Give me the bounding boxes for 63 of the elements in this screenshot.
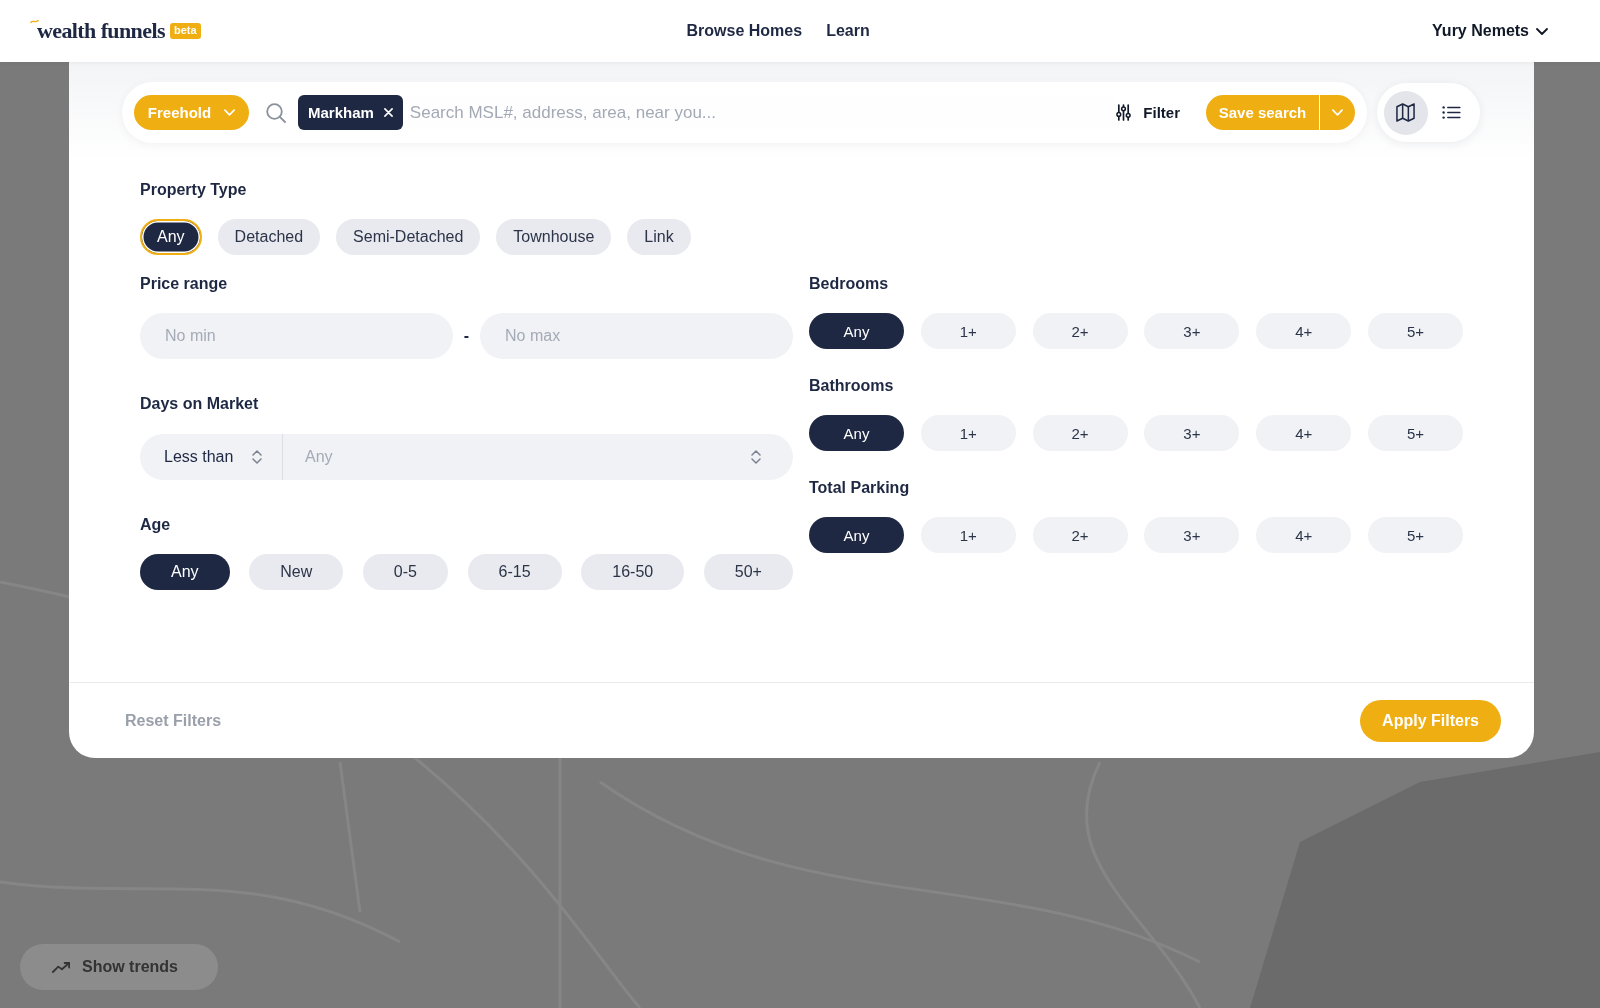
chevron-down-icon bbox=[1332, 109, 1343, 116]
updown-icon bbox=[751, 449, 761, 465]
option-chip[interactable]: 2+ bbox=[1032, 517, 1128, 553]
option-chip[interactable]: 2+ bbox=[1032, 313, 1128, 349]
option-chip[interactable]: 3+ bbox=[1144, 313, 1240, 349]
operator-select[interactable]: Less than bbox=[140, 434, 283, 480]
option-chip[interactable]: Any bbox=[140, 219, 202, 255]
option-chip[interactable]: 50+ bbox=[703, 554, 793, 590]
option-chip[interactable]: 1+ bbox=[920, 415, 1016, 451]
logo-wordmark[interactable]: wealth funnels bbox=[37, 18, 165, 44]
chevron-down-icon bbox=[224, 109, 236, 116]
map-icon bbox=[1396, 103, 1416, 122]
list-icon bbox=[1441, 106, 1461, 119]
min-price-field[interactable]: No min bbox=[140, 313, 453, 359]
range-separator: - bbox=[462, 327, 471, 345]
days-select[interactable]: Any bbox=[283, 434, 793, 480]
filter-button[interactable]: Filter bbox=[1116, 104, 1180, 121]
option-chip[interactable]: 1+ bbox=[920, 517, 1016, 553]
option-chip[interactable]: 1+ bbox=[920, 313, 1016, 349]
beta-badge: beta bbox=[169, 23, 201, 39]
nav-link[interactable]: Learn bbox=[826, 22, 870, 40]
max-price-field[interactable]: No max bbox=[480, 313, 793, 359]
option-chip[interactable]: 0-5 bbox=[362, 554, 448, 590]
map-view-button[interactable] bbox=[1384, 90, 1428, 135]
section-label: Price range bbox=[140, 274, 228, 294]
location-chip: Markham bbox=[298, 95, 403, 130]
show-trends-button[interactable]: Show trends bbox=[20, 944, 218, 990]
option-chip[interactable]: Any bbox=[809, 415, 904, 451]
nav-link[interactable]: Browse Homes bbox=[686, 22, 803, 40]
section-label: Property Type bbox=[140, 180, 247, 200]
option-chip[interactable]: 4+ bbox=[1256, 313, 1352, 349]
chevron-down-icon bbox=[1536, 27, 1548, 35]
option-chip[interactable]: Townhouse bbox=[496, 219, 612, 255]
section-label: Bathrooms bbox=[809, 376, 894, 396]
section-label: Bedrooms bbox=[809, 274, 889, 294]
trend-icon bbox=[52, 961, 70, 973]
search-icon bbox=[266, 102, 286, 123]
option-chip[interactable]: Detached bbox=[217, 219, 321, 255]
user-menu-button[interactable]: Yury Nemets bbox=[1432, 22, 1548, 40]
option-chip[interactable]: 5+ bbox=[1368, 313, 1463, 349]
option-chip[interactable]: 4+ bbox=[1256, 517, 1352, 553]
close-icon[interactable] bbox=[383, 108, 393, 117]
option-chip[interactable]: New bbox=[249, 554, 344, 590]
search-bar[interactable]: Freehold Markham Search MSL#, address, area, near you... Filter Save search bbox=[122, 82, 1367, 143]
option-chip[interactable]: 5+ bbox=[1368, 517, 1463, 553]
option-chip[interactable]: 4+ bbox=[1256, 415, 1352, 451]
option-chip[interactable]: 16-50 bbox=[581, 554, 685, 590]
option-chip[interactable]: 3+ bbox=[1144, 415, 1240, 451]
option-chip[interactable]: Any bbox=[140, 554, 230, 590]
section-label: Age bbox=[140, 515, 171, 535]
option-chip[interactable]: 2+ bbox=[1032, 415, 1128, 451]
option-chip[interactable]: Any bbox=[809, 313, 904, 349]
logo-swoosh-icon bbox=[30, 19, 39, 24]
option-chip[interactable]: Link bbox=[627, 219, 691, 255]
option-chip[interactable]: Semi-Detached bbox=[336, 219, 481, 255]
option-chip[interactable]: 3+ bbox=[1144, 517, 1240, 553]
section-label: Days on Market bbox=[140, 394, 259, 414]
sliders-icon bbox=[1116, 104, 1132, 121]
option-chip[interactable]: 5+ bbox=[1368, 415, 1463, 451]
section-label: Total Parking bbox=[809, 478, 910, 498]
option-chip[interactable]: 6-15 bbox=[467, 554, 562, 590]
updown-icon bbox=[252, 449, 262, 465]
option-chip[interactable]: Any bbox=[809, 517, 904, 553]
